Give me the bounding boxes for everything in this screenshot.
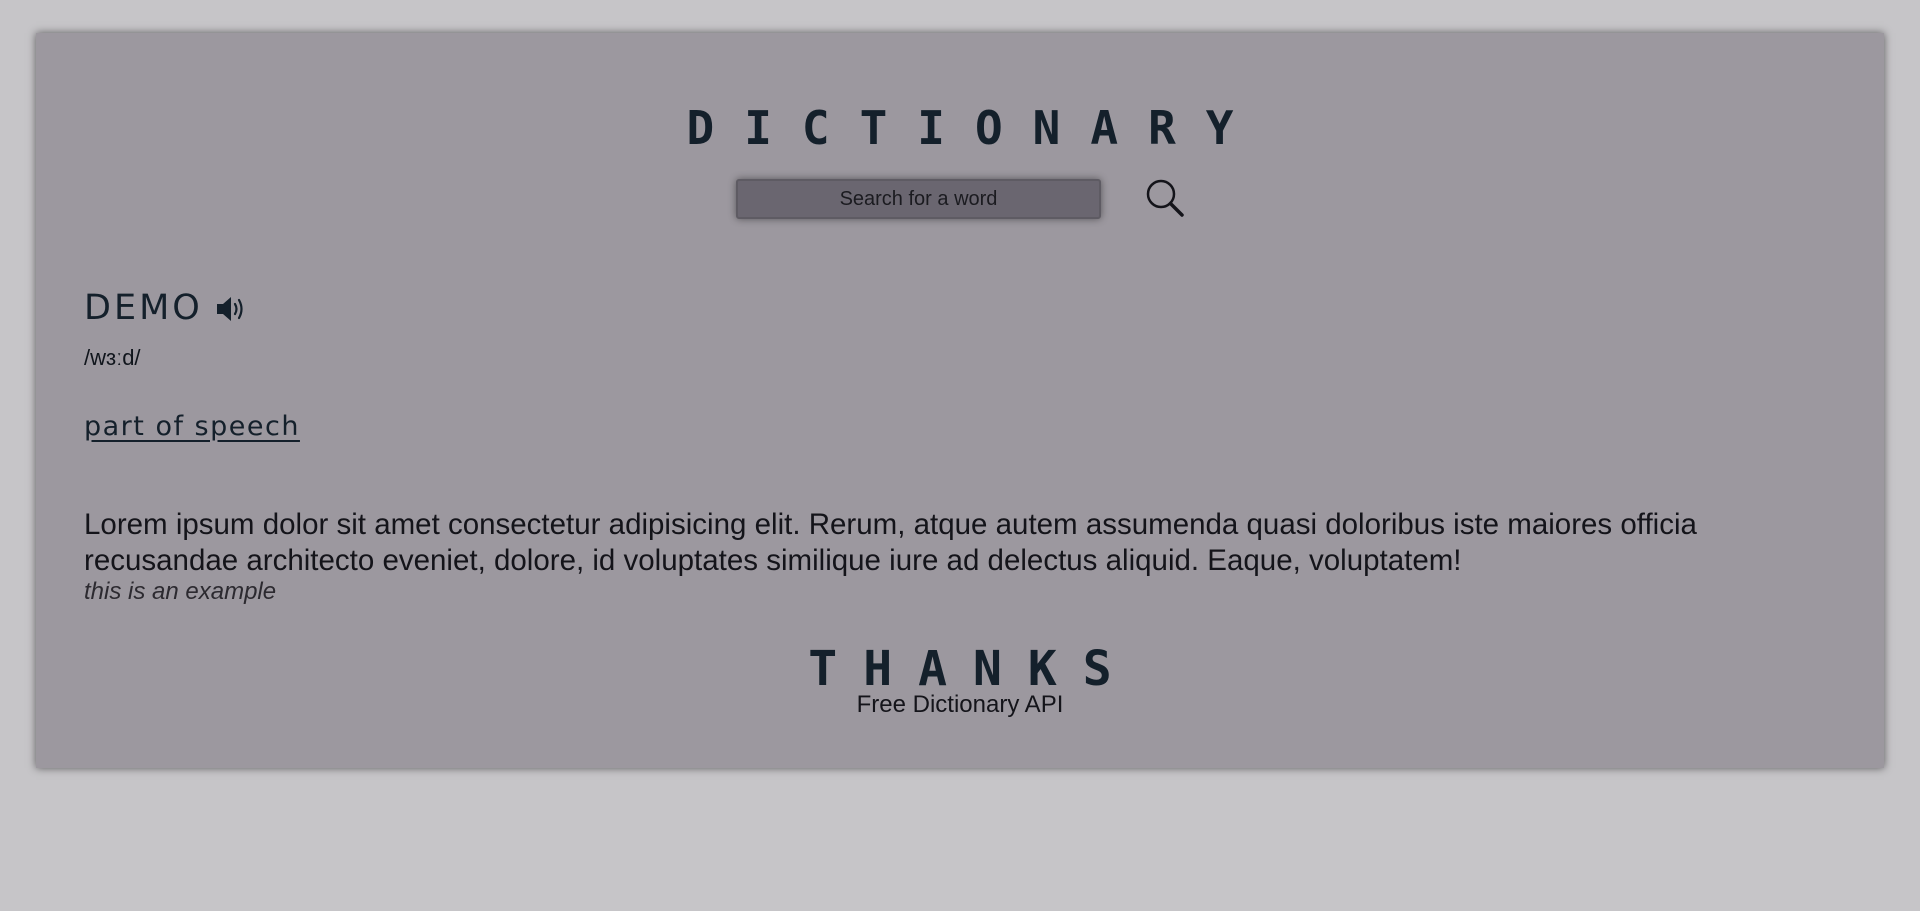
phonetic-text: /wɜːd/ [84, 345, 141, 370]
dictionary-card: DICTIONARY DEMO /wɜːd/ part of speech Lo… [36, 33, 1884, 768]
play-audio-button[interactable] [215, 294, 247, 324]
word-title: DEMO [84, 288, 203, 328]
search-bar [36, 179, 1884, 227]
speaker-icon [217, 296, 243, 321]
search-input[interactable] [736, 179, 1101, 219]
api-credit: Free Dictionary API [856, 691, 1064, 718]
part-of-speech: part of speech [84, 411, 300, 442]
definition-text: Lorem ipsum dolor sit amet consectetur a… [84, 508, 1697, 577]
example-text: this is an example [84, 578, 277, 605]
thanks-heading: THANKS [808, 641, 1138, 697]
search-icon [1146, 179, 1184, 217]
app-title: DICTIONARY [686, 101, 1264, 155]
search-button[interactable] [1144, 177, 1188, 221]
word-heading: DEMO [84, 291, 247, 335]
